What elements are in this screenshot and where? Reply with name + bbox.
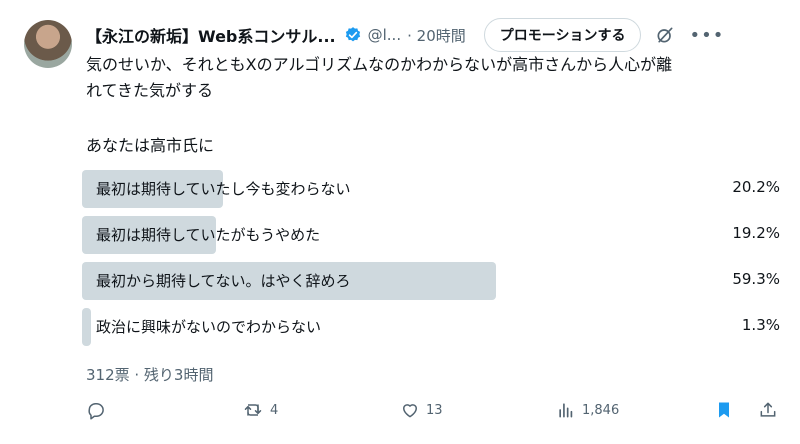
author-name[interactable]: 【永江の新垢】Web系コンサル...: [86, 23, 336, 47]
repost-button[interactable]: 4: [242, 400, 278, 420]
poll-option-percent: 1.3%: [741, 316, 780, 334]
reply-button[interactable]: [86, 400, 106, 420]
poll-option: 最初から期待してない。はやく辞めろ 59.3%: [82, 260, 780, 300]
reply-icon: [88, 403, 104, 420]
heart-icon: [403, 404, 417, 418]
author-avatar[interactable]: [24, 20, 72, 68]
post-time[interactable]: · 20時間: [407, 25, 466, 46]
grok-icon[interactable]: [655, 25, 675, 45]
views-button[interactable]: 1,846: [556, 400, 619, 420]
tweet-text-line: 気のせいか、それともXのアルゴリズムなのかわからないが高市さんから人心が離: [86, 55, 673, 74]
action-bar: 4 13 1,846: [86, 400, 780, 424]
poll-option-label: 最初は期待していたがもうやめた: [96, 226, 321, 244]
tweet-header: 【永江の新垢】Web系コンサル... @l... · 20時間 プロモーションす…: [86, 18, 782, 52]
poll-meta: 312票 · 残り3時間: [86, 366, 214, 384]
share-button[interactable]: [758, 400, 778, 420]
poll-option-percent: 19.2%: [732, 224, 780, 242]
tweet-text-line: れてきた気がする: [86, 81, 214, 100]
poll: 最初は期待していたし今も変わらない 20.2% 最初は期待していたがもうやめた …: [82, 168, 780, 352]
poll-question: あなたは高市氏に: [86, 136, 215, 155]
verified-badge-icon: [344, 26, 362, 44]
like-button[interactable]: 13: [400, 400, 443, 420]
poll-option-label: 最初から期待してない。はやく辞めろ: [96, 272, 351, 290]
like-count: 13: [426, 402, 443, 418]
author-handle[interactable]: @l...: [368, 26, 401, 44]
bookmark-icon: [719, 402, 729, 418]
poll-option-percent: 20.2%: [732, 178, 780, 196]
poll-option: 政治に興味がないのでわからない 1.3%: [82, 306, 780, 346]
tweet-text: 気のせいか、それともXのアルゴリズムなのかわからないが高市さんから人心が離 れて…: [86, 52, 780, 104]
poll-option-bar: [82, 308, 92, 346]
poll-option: 最初は期待していたし今も変わらない 20.2%: [82, 168, 780, 208]
poll-option-percent: 59.3%: [732, 270, 780, 288]
repost-icon: [244, 404, 262, 416]
analytics-icon: [559, 403, 573, 418]
repost-count: 4: [270, 402, 279, 418]
share-icon: [760, 402, 776, 417]
poll-option-label: 政治に興味がないのでわからない: [96, 318, 322, 336]
views-count: 1,846: [582, 402, 620, 418]
poll-option-label: 最初は期待していたし今も変わらない: [96, 180, 351, 198]
bookmark-button[interactable]: [714, 400, 734, 420]
promote-button[interactable]: プロモーションする: [483, 18, 642, 52]
more-options-icon[interactable]: •••: [689, 25, 724, 46]
poll-option: 最初は期待していたがもうやめた 19.2%: [82, 214, 780, 254]
